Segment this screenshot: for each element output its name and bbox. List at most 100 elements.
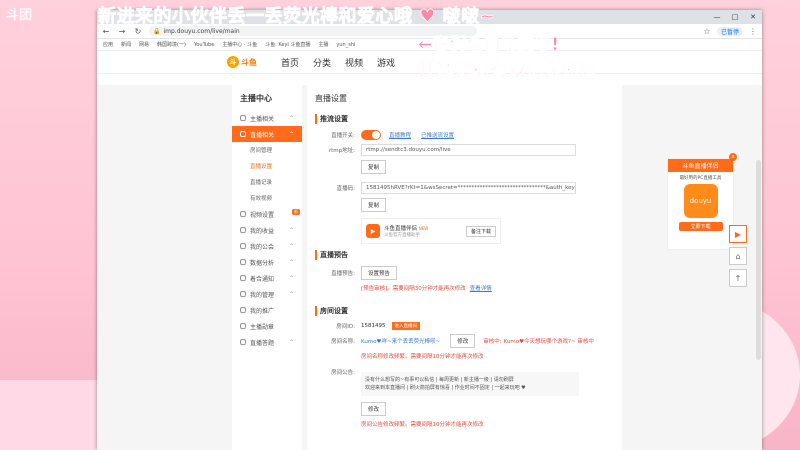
chart-icon — [240, 259, 246, 265]
bell-icon — [240, 275, 246, 281]
sidebar-item-manage[interactable]: 我的管理 ⌃ — [232, 286, 302, 302]
page-scrollbar[interactable] — [756, 160, 761, 360]
room-name-row: 房间名称: Kumo♥咩~来个丢丢荧光棒呗~ 修改 审核中: Kumo♥今天想玩… — [315, 334, 614, 348]
sidebar-item-income[interactable]: 我的收益 ⌃ — [232, 222, 302, 238]
sidebar-sub-valid-video[interactable]: 有效视频 — [232, 190, 302, 206]
menu-icon[interactable]: ⋮ — [748, 27, 758, 36]
bookmark-item[interactable]: YouTube — [194, 42, 214, 48]
minimize-button[interactable]: — — [708, 13, 726, 21]
chevron-down-icon: ⌃ — [288, 338, 294, 346]
home-icon[interactable]: ⌂ — [729, 247, 747, 265]
sidebar-sub-room-manage[interactable]: 房间管理 — [232, 142, 302, 158]
room-name-warning: 房间名称修改频繁。需要间隔10分钟才能再次修改 — [361, 354, 484, 360]
close-button[interactable]: ✕ — [744, 13, 762, 21]
companion-ad-panel[interactable]: × 斗鱼直播伴侣 最好用的PC直播工具 douyu 立即下载 — [667, 153, 737, 250]
stream-code-field[interactable]: 1581495hRVE?rKt=1&wsSecret=*************… — [361, 182, 576, 194]
live-switch-row: 直播开关: 直播教程 已推送流设置 — [315, 130, 614, 140]
sidebar-sub-live-record[interactable]: 直播记录 — [232, 174, 302, 190]
bookmark-item[interactable]: 主播 — [318, 41, 328, 48]
bookmark-item[interactable]: 斗鱼: Keyi 斗鱼直播 — [265, 41, 310, 48]
stream-settings-link[interactable]: 已推送流设置 — [421, 131, 454, 139]
live-settings-panel: 直播设置 推流设置 直播开关: 直播教程 已推送流设置 rtmp地址: rtmp… — [307, 85, 622, 450]
profile-button[interactable]: 已暂停 — [716, 26, 743, 36]
edit-announcement-button[interactable]: 修改 — [361, 402, 387, 416]
announcement-text[interactable]: 没有什么想写的~有事可以私信 | 每周更新 | 新主播一级 | 请勿刷屏 欢迎来… — [361, 372, 579, 396]
sidebar-item-medal[interactable]: 主播勋章 — [232, 318, 302, 334]
douyu-logo[interactable]: 斗 斗鱼 — [227, 56, 257, 68]
companion-download-button[interactable]: 备注下载 — [465, 225, 496, 237]
nav-home[interactable]: 首页 — [281, 56, 299, 69]
douyu-logo-icon: 斗 — [227, 56, 239, 68]
notice-detail-link[interactable]: 查看详情 — [470, 284, 492, 292]
rtmp-field[interactable]: rtmp://sendtc3.douyu.com/live — [361, 144, 576, 156]
back-to-top-icon[interactable]: ↑ — [729, 269, 747, 287]
sidebar-item-anchor[interactable]: 主播相关 ⌃ — [232, 110, 302, 126]
chevron-down-icon: ⌃ — [288, 114, 294, 122]
wallet-icon — [240, 227, 246, 233]
enter-room-button[interactable]: 进入直播间 — [391, 322, 420, 330]
stream-overlay-title: 新进来的小伙伴丢一丢荧光棒和爱心哦 ♥ 啵啵~ — [98, 6, 496, 28]
rtmp-label: rtmp地址: — [328, 148, 355, 154]
live-companion-card: ▶ 斗鱼直播伴侣 NEW 斗鱼官方直播助手 备注下载 — [361, 218, 501, 244]
bookmark-item[interactable]: 应用 — [103, 41, 113, 48]
notice-warning: [预告审核]。需要间隔30分钟才能再次修改 — [361, 286, 466, 292]
sidebar-item-guild[interactable]: 我的公会 ⌃ — [232, 238, 302, 254]
copy-rtmp-button[interactable]: 复制 — [361, 160, 387, 174]
sidebar-item-promotion[interactable]: 我的推广 — [232, 302, 302, 318]
group-icon — [240, 243, 246, 249]
bookmark-item[interactable]: 网易 — [139, 41, 149, 48]
bookmark-item[interactable]: 主播中心 · 斗鱼 — [222, 41, 257, 48]
chevron-down-icon: ⌃ — [288, 274, 294, 282]
room-name-label: 房间名称: — [331, 339, 355, 345]
star-icon[interactable]: ☆ — [702, 27, 712, 36]
medal-icon — [240, 323, 246, 329]
bookmark-item[interactable]: 新闻 — [121, 41, 131, 48]
chevron-down-icon: ⌃ — [288, 258, 294, 266]
ad-download-button[interactable]: 立即下载 — [678, 222, 723, 231]
play-icon[interactable]: ▶ — [729, 225, 747, 243]
stream-overlay-promo: 开通钻粉有双倍亲密度 — [418, 60, 599, 82]
push-settings-title: 推流设置 — [315, 114, 614, 124]
companion-icon: ▶ — [366, 224, 380, 238]
maximize-button[interactable]: □ — [726, 13, 744, 21]
notice-label: 直播预告: — [331, 271, 355, 277]
room-name-value: Kumo♥咩~来个丢丢荧光棒呗~ — [361, 339, 441, 345]
nav-game[interactable]: 游戏 — [377, 56, 395, 69]
notice-title: 直播预告 — [315, 250, 614, 260]
rtmp-row: rtmp地址: rtmp://sendtc3.douyu.com/live — [315, 144, 614, 156]
nav-category[interactable]: 分类 — [313, 56, 331, 69]
sidebar-item-quiz[interactable]: 直播答题 ⌃ — [232, 334, 302, 350]
lock-icon: 🔒 — [153, 27, 161, 35]
room-id-value: 1581495 — [361, 323, 386, 329]
bookmark-item[interactable]: yun_shi — [336, 42, 355, 48]
sidebar-sub-live-settings[interactable]: 直播设置 — [232, 158, 302, 174]
copy-code-button[interactable]: 复制 — [361, 198, 387, 212]
new-badge: NEW — [418, 226, 429, 231]
set-notice-button[interactable]: 设置预告 — [361, 266, 398, 280]
douyu-mascot-icon: douyu — [683, 184, 718, 218]
edit-room-name-button[interactable]: 修改 — [450, 334, 476, 348]
bookmark-item[interactable]: 韩国跨境(一) — [157, 41, 186, 48]
room-id-label: 房间ID: — [336, 324, 355, 330]
nav-video[interactable]: 视频 — [345, 56, 363, 69]
shield-icon — [240, 291, 246, 297]
sidebar-item-video[interactable]: 视频设置新 — [232, 206, 302, 222]
page-title: 直播设置 — [315, 94, 347, 103]
url-text: imp.douyu.com/live/main — [163, 27, 240, 35]
browser-toolbar-right: ☆ 已暂停 ⋮ — [702, 26, 758, 36]
live-tutorial-link[interactable]: 直播教程 — [389, 131, 411, 139]
close-icon[interactable]: × — [729, 153, 737, 161]
sidebar-item-live[interactable]: 直播相关 ⌃ — [232, 126, 302, 142]
sidebar-item-notice[interactable]: 着合通知 ⌃ — [232, 270, 302, 286]
room-name-pending-label: 审核中: — [483, 339, 502, 345]
chevron-up-icon: ⌃ — [288, 130, 294, 138]
room-settings-title: 房间设置 — [315, 306, 614, 316]
companion-subtitle: 斗鱼官方直播助手 — [384, 233, 420, 238]
stream-watermark-logo: 斗团 — [6, 8, 33, 23]
megaphone-icon — [240, 307, 246, 313]
sidebar-item-data[interactable]: 数据分析 ⌃ — [232, 254, 302, 270]
floating-toolbar: ▶ ⌂ ↑ — [729, 225, 747, 287]
live-switch-toggle[interactable] — [361, 130, 381, 140]
companion-title: 斗鱼直播伴侣 NEW — [384, 226, 429, 232]
notice-warning-row: [预告审核]。需要间隔30分钟才能再次修改 查看详情 — [315, 284, 614, 292]
